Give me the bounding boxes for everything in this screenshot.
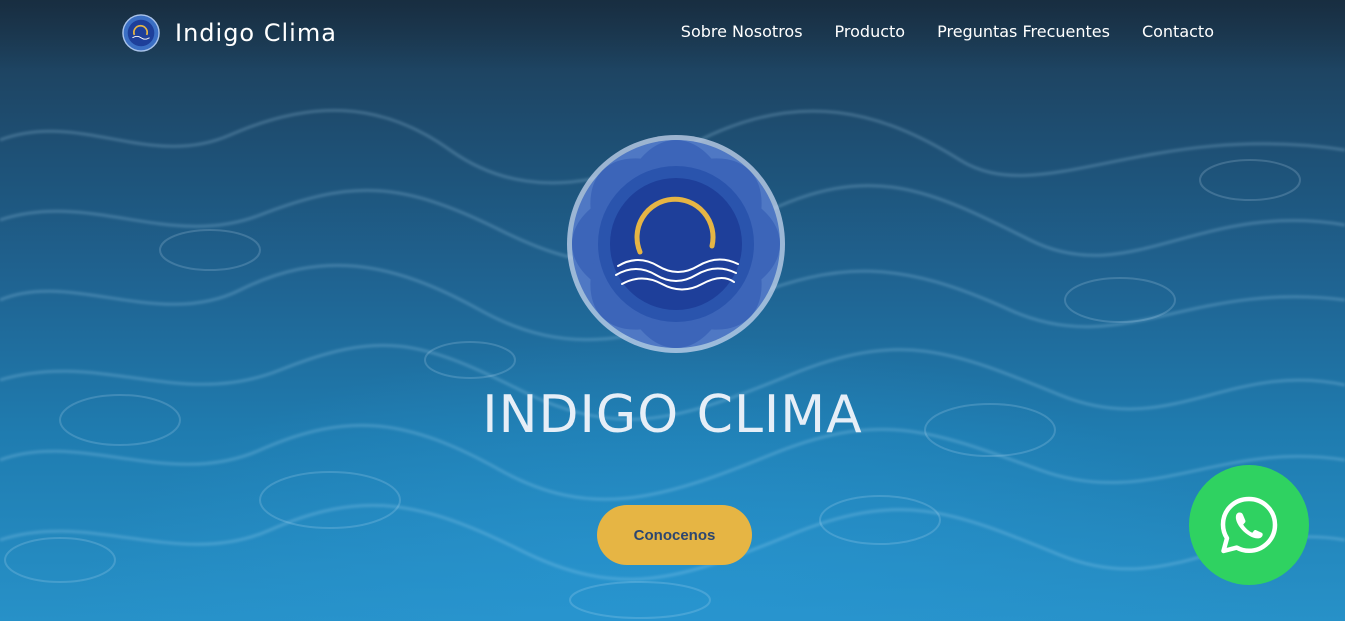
indigo-clima-emblem-icon (567, 135, 785, 353)
whatsapp-button[interactable] (1189, 465, 1309, 585)
brand-name: Indigo Clima (175, 19, 337, 47)
nav-link-sobre-nosotros[interactable]: Sobre Nosotros (681, 22, 803, 41)
whatsapp-icon (1220, 496, 1278, 554)
indigo-clima-logo-icon (122, 14, 160, 52)
nav-link-contacto[interactable]: Contacto (1142, 22, 1214, 41)
top-navigation-bar: Indigo Clima Sobre Nosotros Producto Pre… (0, 0, 1345, 70)
nav-link-producto[interactable]: Producto (835, 22, 906, 41)
nav-link-preguntas-frecuentes[interactable]: Preguntas Frecuentes (937, 22, 1110, 41)
conocenos-button[interactable]: Conocenos (597, 505, 752, 565)
hero-title: INDIGO CLIMA (482, 385, 863, 445)
main-nav: Sobre Nosotros Producto Preguntas Frecue… (681, 22, 1214, 41)
brand-home-link[interactable]: Indigo Clima (122, 14, 337, 52)
